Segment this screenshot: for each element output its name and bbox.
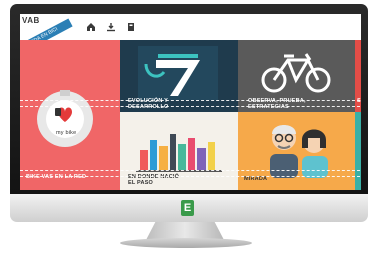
download-icon[interactable] [106, 22, 116, 32]
tile-observa[interactable]: OBSERVA, PRUEBA, ESTRATEGIAS [238, 40, 355, 112]
tile-partial-red[interactable]: SE [355, 40, 361, 112]
bicycle-illustration [261, 53, 331, 93]
dashed-guide-line-4 [20, 176, 361, 177]
tile-left-caption: BIKE VAS EN LA RED [26, 174, 87, 180]
city-illustration [136, 134, 222, 172]
number-seven-illustration [138, 46, 218, 100]
tile-mirada[interactable]: MIRADA [238, 112, 355, 190]
heart-text: my bike [56, 130, 77, 136]
tile-evolucion[interactable]: EVOLUCIÓN Y DESARROLLO [120, 40, 238, 112]
tile-ciudad[interactable]: EN DONDE NACIÓ EL PASO [120, 112, 238, 190]
tile-partial-teal[interactable] [355, 112, 361, 190]
tile-my-bike[interactable]: my bike BIKE VAS EN LA RED [20, 40, 120, 190]
bell-illustration [37, 90, 93, 147]
dashed-guide-line-2 [20, 106, 361, 107]
book-icon[interactable] [126, 22, 136, 32]
brand-text: VAB [22, 16, 40, 25]
brand-logo-icon: E [181, 200, 194, 216]
home-icon[interactable] [86, 22, 96, 32]
dashed-guide-line-1 [20, 100, 361, 101]
dashed-guide-line-3 [20, 170, 361, 171]
monitor-stand-base [120, 238, 252, 248]
tile3-caption: SE [357, 98, 361, 104]
monitor-screen: VAB VIDA EN BICI my bike BIKE VAS EN LA … [20, 14, 361, 190]
